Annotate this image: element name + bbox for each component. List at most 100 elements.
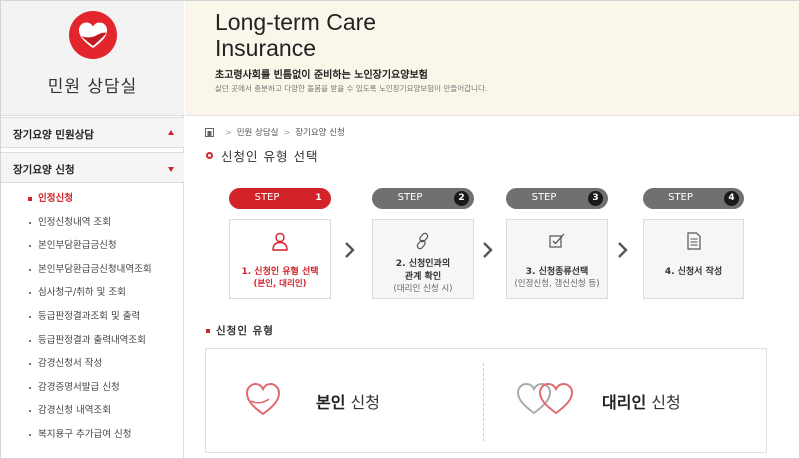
sidebar-menu: 인정신청 인정신청내역 조회 본인부담환급금신청 본인부담환급금신청내역조회 심… (1, 187, 184, 447)
divider (483, 363, 484, 441)
sidebar-section-civil-consult[interactable]: 장기요양 민원상담 (1, 117, 184, 148)
sidebar-item-label: 감경증명서발급 신청 (38, 381, 120, 393)
step-box-3: 3. 신청종류선택 (인정신청, 갱신신청 등) (506, 219, 608, 299)
heart-icon (245, 382, 281, 416)
sidebar-item-welfare-equipment[interactable]: 복지용구 추가급여 신청 (1, 423, 184, 447)
banner-description: 살던 곳에서 충분하고 다양한 돌봄을 받을 수 있도록 노인장기요양보험이 만… (215, 84, 488, 93)
sidebar-item-label: 본인부담환급금신청 (38, 240, 117, 252)
sidebar-item-reduction-certificate[interactable]: 감경증명서발급 신청 (1, 376, 184, 400)
proxy-apply-option[interactable]: 대리인 신청 (486, 349, 756, 452)
sidebar: 민원 상담실 장기요양 민원상담 장기요양 신청 인정신청 인정신청내역 조회 … (1, 1, 184, 458)
sidebar-item-review-request[interactable]: 심사청구/취하 및 조회 (1, 281, 184, 305)
bullet-icon (29, 221, 31, 224)
sidebar-item-label: 본인부담환급금신청내역조회 (38, 263, 152, 275)
step-tab-3: STEP 3 (506, 188, 608, 209)
sidebar-item-reduction-history[interactable]: 감경신청 내역조회 (1, 399, 184, 423)
home-icon[interactable] (205, 127, 214, 137)
chevron-right-icon (618, 242, 628, 258)
bullet-icon (29, 292, 31, 295)
step-title: 3. 신청종류선택 (525, 267, 589, 277)
step-tab-label: STEP (668, 192, 693, 203)
sidebar-item-label: 심사청구/취하 및 조회 (38, 287, 126, 299)
step-title-continued: 관계 확인 (404, 272, 442, 282)
step-number: 3 (588, 191, 603, 206)
sidebar-section-label: 장기요양 민원상담 (13, 129, 94, 141)
proxy-apply-label-bold: 대리인 (602, 393, 647, 412)
bullet-icon (29, 315, 31, 318)
chevron-right-icon (483, 242, 493, 258)
sidebar-item-label: 감경신청서 작성 (38, 358, 103, 370)
step-box-4: 4. 신청서 작성 (643, 219, 744, 299)
sidebar-item-label: 등급판정결과조회 및 출력 (38, 310, 141, 322)
sidebar-item-label: 감경신청 내역조회 (38, 405, 111, 417)
bullet-icon (29, 339, 31, 342)
chevron-right-icon (345, 242, 355, 258)
bullet-icon (29, 268, 31, 271)
step-tab-1: STEP 1 (229, 188, 331, 209)
banner-subtitle: 초고령사회를 빈틈없이 준비하는 노인장기요양보험 (215, 70, 428, 81)
sidebar-item-reduction-form[interactable]: 감경신청서 작성 (1, 352, 184, 376)
self-apply-label-bold: 본인 (316, 393, 346, 412)
breadcrumb: > 민원 상담실 > 장기요양 신청 (205, 126, 345, 138)
page-title: 신청인 유형 선택 (221, 149, 319, 164)
step-number: 2 (454, 191, 469, 206)
step-title: 4. 신청서 작성 (664, 267, 723, 277)
bullet-icon (29, 433, 31, 436)
sidebar-section-apply[interactable]: 장기요양 신청 (1, 152, 184, 183)
checkbox-pencil-icon (549, 233, 565, 248)
bullet-icon (29, 245, 31, 248)
chevron-up-icon (168, 130, 174, 135)
step-tab-4: STEP 4 (643, 188, 744, 209)
section-title: 신청인 유형 (216, 325, 274, 337)
bullet-icon (29, 386, 31, 389)
sidebar-item-grade-print-history[interactable]: 등급판정결과 출력내역조회 (1, 329, 184, 353)
sidebar-item-label: 인정신청내역 조회 (38, 216, 111, 228)
sidebar-item-certification-history[interactable]: 인정신청내역 조회 (1, 211, 184, 235)
chevron-down-icon (168, 167, 174, 172)
bullet-icon (29, 363, 31, 366)
section-heading-row: 신청인 유형 (206, 323, 274, 338)
self-apply-label: 본인 신청 (316, 389, 380, 413)
heart-logo-icon (69, 11, 117, 59)
sidebar-title: 민원 상담실 (47, 77, 138, 97)
step-box-1: 1. 신청인 유형 선택 (본인, 대리인) (229, 219, 331, 299)
chevron-right-icon: > (225, 127, 232, 137)
sidebar-item-label: 등급판정결과 출력내역조회 (38, 334, 146, 346)
breadcrumb-item[interactable]: 장기요양 신청 (295, 126, 345, 138)
step-number: 1 (311, 191, 326, 206)
step-tab-label: STEP (397, 192, 423, 203)
sidebar-item-certification-apply[interactable]: 인정신청 (1, 187, 184, 211)
circle-bullet-icon (206, 152, 213, 159)
document-icon (686, 232, 701, 250)
hero-banner: Long-term Care Insurance 초고령사회를 빈틈없이 준비하… (185, 1, 799, 116)
sidebar-item-label: 인정신청 (38, 193, 73, 204)
double-heart-icon (516, 382, 574, 415)
step-subtitle: (대리인 신청 시) (393, 284, 453, 294)
page-title-row: 신청인 유형 선택 (206, 146, 318, 165)
page-frame: 민원 상담실 장기요양 민원상담 장기요양 신청 인정신청 인정신청내역 조회 … (0, 0, 800, 459)
bullet-icon (28, 197, 32, 201)
chevron-right-icon: > (283, 127, 291, 137)
sidebar-item-refund-apply[interactable]: 본인부담환급금신청 (1, 234, 184, 258)
self-apply-label-rest: 신청 (345, 393, 380, 412)
bullet-icon (29, 410, 31, 413)
link-icon (416, 232, 429, 250)
banner-title: Long-term Care Insurance (215, 9, 377, 61)
step-number: 4 (724, 191, 739, 206)
breadcrumb-item[interactable]: 민원 상담실 (237, 126, 279, 138)
applicant-type-selector: 본인 신청 대리인 신청 (205, 348, 767, 453)
sidebar-header: 민원 상담실 (1, 1, 184, 116)
proxy-apply-label: 대리인 신청 (602, 389, 681, 413)
step-subtitle: (본인, 대리인) (253, 279, 307, 289)
step-subtitle: (인정신청, 갱신신청 등) (514, 279, 600, 289)
person-icon (272, 232, 288, 251)
sidebar-item-grade-result[interactable]: 등급판정결과조회 및 출력 (1, 305, 184, 329)
step-title: 1. 신청인 유형 선택 (241, 267, 319, 277)
sidebar-item-label: 복지용구 추가급여 신청 (38, 428, 132, 440)
step-tab-label: STEP (531, 192, 557, 203)
sidebar-item-refund-history[interactable]: 본인부담환급금신청내역조회 (1, 258, 184, 282)
step-title: 2. 신청인과의 (395, 259, 451, 269)
self-apply-option[interactable]: 본인 신청 (206, 349, 476, 452)
step-tab-2: STEP 2 (372, 188, 474, 209)
proxy-apply-label-rest: 신청 (646, 393, 681, 412)
